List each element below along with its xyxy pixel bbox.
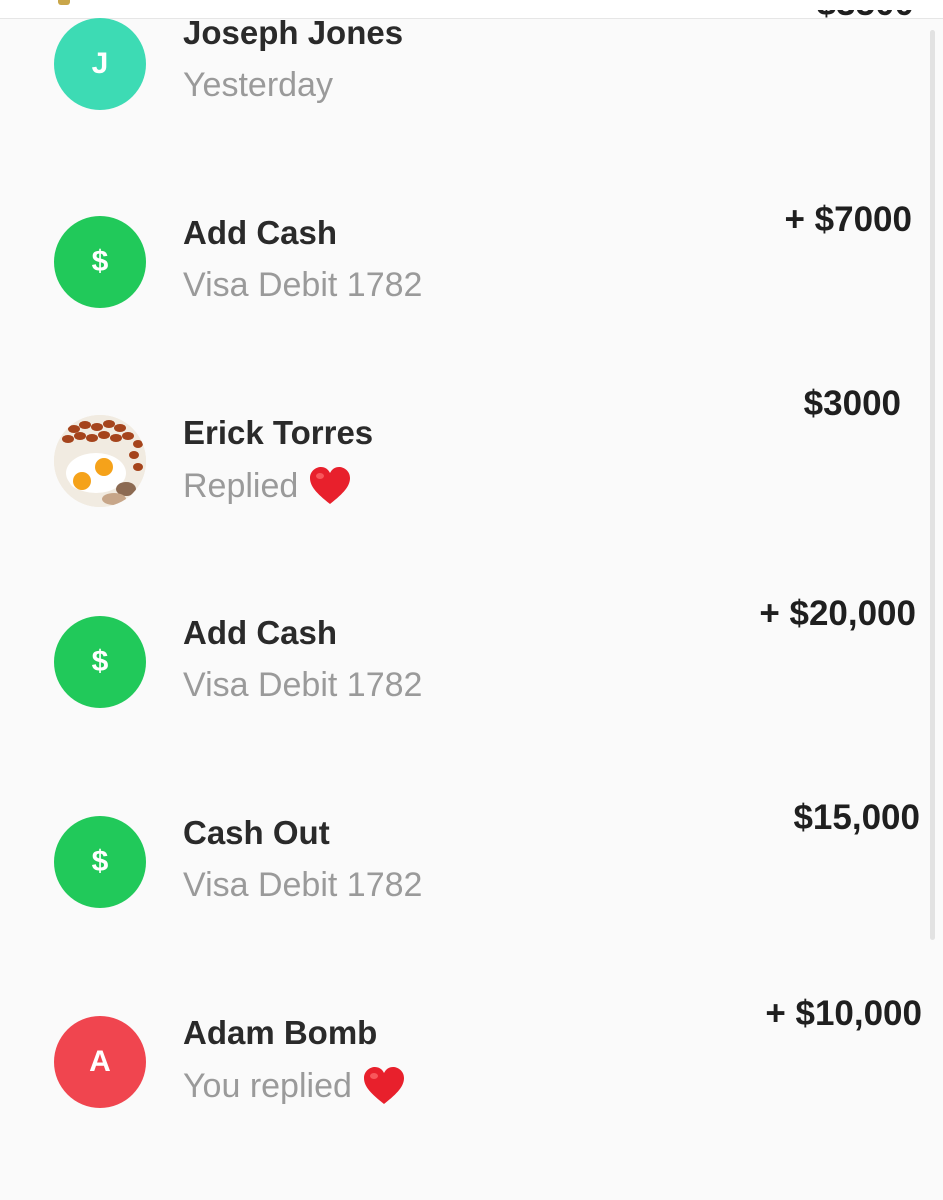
transaction-row[interactable]: $ Add Cash Visa Debit 1782 + $20,000: [0, 594, 943, 800]
avatar: $: [54, 216, 146, 308]
transaction-row[interactable]: A Adam Bomb You replied + $10,000: [0, 994, 943, 1200]
avatar: $: [54, 616, 146, 708]
dollar-icon: $: [91, 645, 109, 678]
transaction-amount: + $20,000: [759, 594, 916, 633]
transaction-name: Joseph Jones: [183, 14, 404, 51]
transaction-amount: $15,000: [793, 798, 920, 837]
transaction-name: Add Cash: [183, 614, 338, 651]
transaction-amount: + $10,000: [765, 994, 922, 1033]
red-heart-icon: [363, 1067, 404, 1104]
transaction-name: Erick Torres: [183, 414, 374, 451]
dollar-icon: $: [91, 845, 109, 878]
transaction-detail-text: Visa Debit 1782: [183, 266, 423, 304]
transaction-name: Adam Bomb: [183, 1014, 378, 1051]
transaction-amount: $3500: [816, 0, 914, 23]
transaction-amount: $3000: [803, 384, 901, 423]
transaction-row[interactable]: J Joseph Jones Yesterday $3500: [0, 0, 943, 200]
transaction-row[interactable]: $ Add Cash Visa Debit 1782 + $7000: [0, 200, 943, 400]
transaction-detail: You replied: [183, 1066, 406, 1106]
transaction-detail-text: Visa Debit 1782: [183, 666, 423, 704]
avatar-initial: A: [89, 1045, 111, 1078]
transaction-name: Cash Out: [183, 814, 330, 851]
avatar-initial: J: [91, 47, 109, 80]
transaction-detail: Visa Debit 1782: [183, 666, 422, 705]
transaction-detail: Visa Debit 1782: [183, 866, 422, 905]
transaction-detail: Yesterday: [183, 66, 333, 105]
red-heart-icon: [310, 467, 351, 504]
transaction-name: Add Cash: [183, 214, 338, 251]
transaction-amount: + $7000: [784, 200, 913, 239]
avatar: $: [54, 816, 146, 908]
transaction-detail-text: You replied: [183, 1066, 352, 1105]
transaction-row[interactable]: $ Cash Out Visa Debit 1782 $15,000: [0, 798, 943, 1000]
avatar-photo: [54, 415, 146, 507]
avatar: J: [54, 18, 146, 110]
breakfast-photo-icon: [54, 415, 146, 507]
transaction-row[interactable]: Erick Torres Replied $3000: [0, 384, 943, 600]
scrollbar[interactable]: [930, 30, 935, 940]
transaction-detail: Replied: [183, 466, 352, 506]
transaction-detail-text: Visa Debit 1782: [183, 866, 423, 904]
avatar: A: [54, 1016, 146, 1108]
transaction-detail-text: Yesterday: [183, 66, 333, 104]
transaction-detail: Visa Debit 1782: [183, 266, 422, 305]
dollar-icon: $: [91, 245, 109, 278]
activity-list: J Joseph Jones Yesterday $3500 $ Add Cas…: [0, 0, 943, 1200]
transaction-detail-text: Replied: [183, 466, 299, 505]
